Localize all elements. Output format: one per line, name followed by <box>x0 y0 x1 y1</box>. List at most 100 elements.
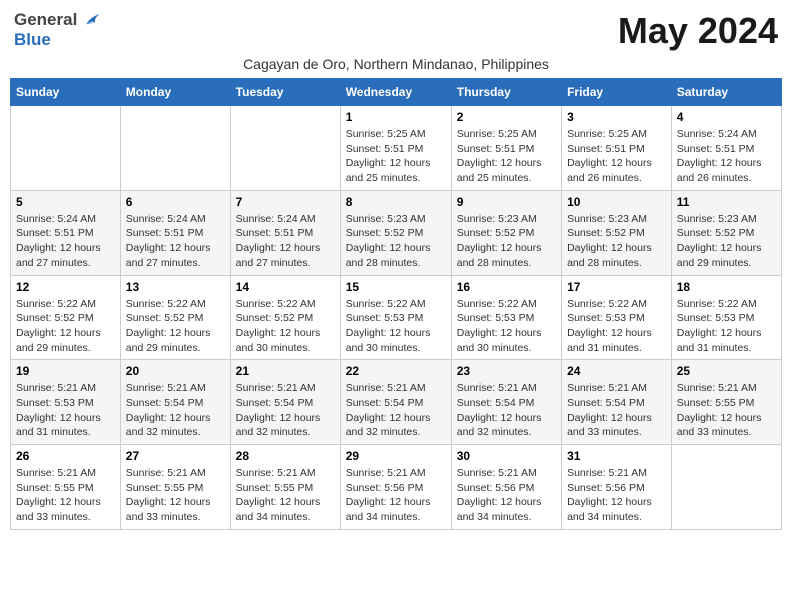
day-number: 22 <box>346 364 446 378</box>
day-info: Sunrise: 5:25 AMSunset: 5:51 PMDaylight:… <box>567 127 666 186</box>
day-info: Sunrise: 5:23 AMSunset: 5:52 PMDaylight:… <box>677 212 776 271</box>
day-info: Sunrise: 5:22 AMSunset: 5:53 PMDaylight:… <box>677 297 776 356</box>
day-number: 8 <box>346 195 446 209</box>
calendar-cell: 27 Sunrise: 5:21 AMSunset: 5:55 PMDayligh… <box>120 445 230 530</box>
logo: General Blue <box>14 10 101 50</box>
calendar-header-friday: Friday <box>562 79 672 106</box>
calendar-cell: 16Sunrise: 5:22 AMSunset: 5:53 PMDayligh… <box>451 275 561 360</box>
calendar-week-2: 5 Sunrise: 5:24 AMSunset: 5:51 PMDaylight… <box>11 190 782 275</box>
day-number: 5 <box>16 195 115 209</box>
calendar-cell: 7 Sunrise: 5:24 AMSunset: 5:51 PMDaylight… <box>230 190 340 275</box>
day-info: Sunrise: 5:22 AMSunset: 5:53 PMDaylight:… <box>346 297 446 356</box>
day-number: 11 <box>677 195 776 209</box>
calendar-cell <box>671 445 781 530</box>
day-info: Sunrise: 5:23 AMSunset: 5:52 PMDaylight:… <box>567 212 666 271</box>
calendar-week-4: 19 Sunrise: 5:21 AMSunset: 5:53 PMDayligh… <box>11 360 782 445</box>
day-number: 6 <box>126 195 225 209</box>
calendar-cell: 29 Sunrise: 5:21 AMSunset: 5:56 PMDayligh… <box>340 445 451 530</box>
calendar-cell <box>120 106 230 191</box>
calendar-cell: 23Sunrise: 5:21 AMSunset: 5:54 PMDayligh… <box>451 360 561 445</box>
logo-general-text: General <box>14 10 77 30</box>
day-info: Sunrise: 5:21 AMSunset: 5:54 PMDaylight:… <box>457 381 556 440</box>
logo-bird-icon <box>79 11 101 29</box>
day-info: Sunrise: 5:24 AMSunset: 5:51 PMDaylight:… <box>126 212 225 271</box>
day-info: Sunrise: 5:24 AMSunset: 5:51 PMDaylight:… <box>677 127 776 186</box>
calendar-cell: 30 Sunrise: 5:21 AMSunset: 5:56 PMDayligh… <box>451 445 561 530</box>
calendar-cell: 18Sunrise: 5:22 AMSunset: 5:53 PMDayligh… <box>671 275 781 360</box>
calendar-cell: 15 Sunrise: 5:22 AMSunset: 5:53 PMDayligh… <box>340 275 451 360</box>
day-info: Sunrise: 5:21 AMSunset: 5:55 PMDaylight:… <box>16 466 115 525</box>
day-info: Sunrise: 5:21 AMSunset: 5:54 PMDaylight:… <box>236 381 335 440</box>
calendar-cell: 31Sunrise: 5:21 AMSunset: 5:56 PMDayligh… <box>562 445 672 530</box>
day-info: Sunrise: 5:25 AMSunset: 5:51 PMDaylight:… <box>346 127 446 186</box>
calendar-week-1: 1 Sunrise: 5:25 AMSunset: 5:51 PMDaylight… <box>11 106 782 191</box>
day-info: Sunrise: 5:24 AMSunset: 5:51 PMDaylight:… <box>16 212 115 271</box>
calendar-header-thursday: Thursday <box>451 79 561 106</box>
day-number: 14 <box>236 280 335 294</box>
day-info: Sunrise: 5:23 AMSunset: 5:52 PMDaylight:… <box>457 212 556 271</box>
day-info: Sunrise: 5:21 AMSunset: 5:54 PMDaylight:… <box>346 381 446 440</box>
calendar-cell: 21 Sunrise: 5:21 AMSunset: 5:54 PMDayligh… <box>230 360 340 445</box>
calendar-cell: 6 Sunrise: 5:24 AMSunset: 5:51 PMDaylight… <box>120 190 230 275</box>
day-number: 25 <box>677 364 776 378</box>
header: General Blue May 2024 <box>10 10 782 52</box>
calendar-subtitle: Cagayan de Oro, Northern Mindanao, Phili… <box>10 56 782 72</box>
calendar-header-tuesday: Tuesday <box>230 79 340 106</box>
calendar-cell <box>11 106 121 191</box>
day-number: 3 <box>567 110 666 124</box>
calendar-cell: 14Sunrise: 5:22 AMSunset: 5:52 PMDayligh… <box>230 275 340 360</box>
day-info: Sunrise: 5:21 AMSunset: 5:56 PMDaylight:… <box>346 466 446 525</box>
day-number: 17 <box>567 280 666 294</box>
calendar-cell: 11 Sunrise: 5:23 AMSunset: 5:52 PMDayligh… <box>671 190 781 275</box>
day-number: 31 <box>567 449 666 463</box>
day-number: 20 <box>126 364 225 378</box>
calendar-header-row: SundayMondayTuesdayWednesdayThursdayFrid… <box>11 79 782 106</box>
calendar-header-monday: Monday <box>120 79 230 106</box>
calendar-cell: 5 Sunrise: 5:24 AMSunset: 5:51 PMDaylight… <box>11 190 121 275</box>
day-number: 19 <box>16 364 115 378</box>
day-number: 24 <box>567 364 666 378</box>
calendar-cell: 10 Sunrise: 5:23 AMSunset: 5:52 PMDayligh… <box>562 190 672 275</box>
calendar-week-5: 26Sunrise: 5:21 AMSunset: 5:55 PMDayligh… <box>11 445 782 530</box>
day-number: 10 <box>567 195 666 209</box>
day-number: 28 <box>236 449 335 463</box>
day-number: 16 <box>457 280 556 294</box>
day-info: Sunrise: 5:22 AMSunset: 5:52 PMDaylight:… <box>16 297 115 356</box>
day-number: 4 <box>677 110 776 124</box>
day-number: 7 <box>236 195 335 209</box>
day-info: Sunrise: 5:21 AMSunset: 5:54 PMDaylight:… <box>126 381 225 440</box>
calendar-cell: 24Sunrise: 5:21 AMSunset: 5:54 PMDayligh… <box>562 360 672 445</box>
day-info: Sunrise: 5:21 AMSunset: 5:56 PMDaylight:… <box>457 466 556 525</box>
calendar-cell: 4 Sunrise: 5:24 AMSunset: 5:51 PMDaylight… <box>671 106 781 191</box>
day-info: Sunrise: 5:23 AMSunset: 5:52 PMDaylight:… <box>346 212 446 271</box>
calendar-table: SundayMondayTuesdayWednesdayThursdayFrid… <box>10 78 782 530</box>
day-info: Sunrise: 5:21 AMSunset: 5:55 PMDaylight:… <box>126 466 225 525</box>
calendar-header-wednesday: Wednesday <box>340 79 451 106</box>
day-info: Sunrise: 5:24 AMSunset: 5:51 PMDaylight:… <box>236 212 335 271</box>
day-number: 15 <box>346 280 446 294</box>
day-info: Sunrise: 5:21 AMSunset: 5:53 PMDaylight:… <box>16 381 115 440</box>
calendar-cell: 13Sunrise: 5:22 AMSunset: 5:52 PMDayligh… <box>120 275 230 360</box>
month-title: May 2024 <box>618 10 778 52</box>
day-number: 9 <box>457 195 556 209</box>
day-number: 27 <box>126 449 225 463</box>
logo-blue-text: Blue <box>14 30 51 49</box>
day-number: 12 <box>16 280 115 294</box>
calendar-cell: 22 Sunrise: 5:21 AMSunset: 5:54 PMDayligh… <box>340 360 451 445</box>
calendar-cell: 25Sunrise: 5:21 AMSunset: 5:55 PMDayligh… <box>671 360 781 445</box>
day-number: 21 <box>236 364 335 378</box>
calendar-cell: 28 Sunrise: 5:21 AMSunset: 5:55 PMDayligh… <box>230 445 340 530</box>
calendar-cell: 9 Sunrise: 5:23 AMSunset: 5:52 PMDaylight… <box>451 190 561 275</box>
day-number: 29 <box>346 449 446 463</box>
day-number: 30 <box>457 449 556 463</box>
calendar-cell: 17Sunrise: 5:22 AMSunset: 5:53 PMDayligh… <box>562 275 672 360</box>
calendar-cell: 20 Sunrise: 5:21 AMSunset: 5:54 PMDayligh… <box>120 360 230 445</box>
calendar-cell: 2Sunrise: 5:25 AMSunset: 5:51 PMDaylight… <box>451 106 561 191</box>
calendar-week-3: 12 Sunrise: 5:22 AMSunset: 5:52 PMDayligh… <box>11 275 782 360</box>
day-number: 1 <box>346 110 446 124</box>
day-info: Sunrise: 5:22 AMSunset: 5:52 PMDaylight:… <box>126 297 225 356</box>
calendar-cell <box>230 106 340 191</box>
day-info: Sunrise: 5:21 AMSunset: 5:55 PMDaylight:… <box>236 466 335 525</box>
calendar-cell: 1 Sunrise: 5:25 AMSunset: 5:51 PMDaylight… <box>340 106 451 191</box>
calendar-header-sunday: Sunday <box>11 79 121 106</box>
